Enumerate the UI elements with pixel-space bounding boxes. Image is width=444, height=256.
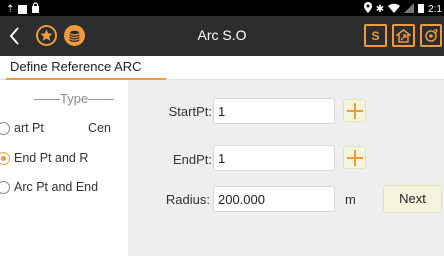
battery-icon: [418, 3, 425, 17]
signal-icon: [404, 2, 415, 17]
next-button[interactable]: Next: [383, 185, 442, 213]
notification-icon: [18, 5, 28, 14]
radius-unit: m: [345, 192, 356, 207]
s-button[interactable]: S: [364, 24, 387, 47]
start-pt-label: StartPt:: [168, 104, 212, 119]
add-start-pt-button[interactable]: [343, 99, 366, 122]
location-icon: [363, 2, 372, 17]
radio-button[interactable]: [0, 122, 10, 135]
type-option-end-pt-and-r[interactable]: End Pt and R: [0, 151, 128, 169]
clock: 2:1: [428, 4, 442, 15]
radius-label: Radius:: [165, 192, 210, 207]
type-option-start-pt[interactable]: art Pt Cen: [0, 121, 128, 139]
end-pt-input[interactable]: 1: [213, 145, 335, 171]
start-pt-input[interactable]: 1: [213, 98, 335, 124]
add-end-pt-button[interactable]: [343, 146, 366, 169]
target-icon[interactable]: [420, 24, 442, 47]
type-heading: ——Type——: [34, 91, 115, 106]
map-icon[interactable]: [392, 24, 415, 47]
type-panel: ——Type—— art Pt Cen End Pt and R Arc Pt …: [0, 80, 128, 256]
radio-button-selected[interactable]: [0, 152, 10, 165]
bluetooth-icon: ✱: [375, 3, 385, 15]
tab-bar: Define Reference ARC: [0, 56, 444, 80]
lock-icon: [31, 2, 40, 17]
tab-define-reference-arc[interactable]: Define Reference ARC: [10, 59, 142, 74]
radius-input[interactable]: 200.000: [213, 186, 335, 212]
radio-button[interactable]: [0, 181, 10, 194]
upload-icon: ⇡: [6, 3, 15, 15]
content-area: ——Type—— art Pt Cen End Pt and R Arc Pt …: [0, 80, 444, 256]
status-bar: ⇡ ✱ 2:1: [0, 0, 444, 16]
app-bar: Arc S.O S: [0, 16, 444, 56]
wifi-icon: [388, 3, 401, 17]
type-option-arc-pt-and-end[interactable]: Arc Pt and End: [0, 180, 128, 198]
end-pt-label: EndPt:: [172, 152, 212, 167]
